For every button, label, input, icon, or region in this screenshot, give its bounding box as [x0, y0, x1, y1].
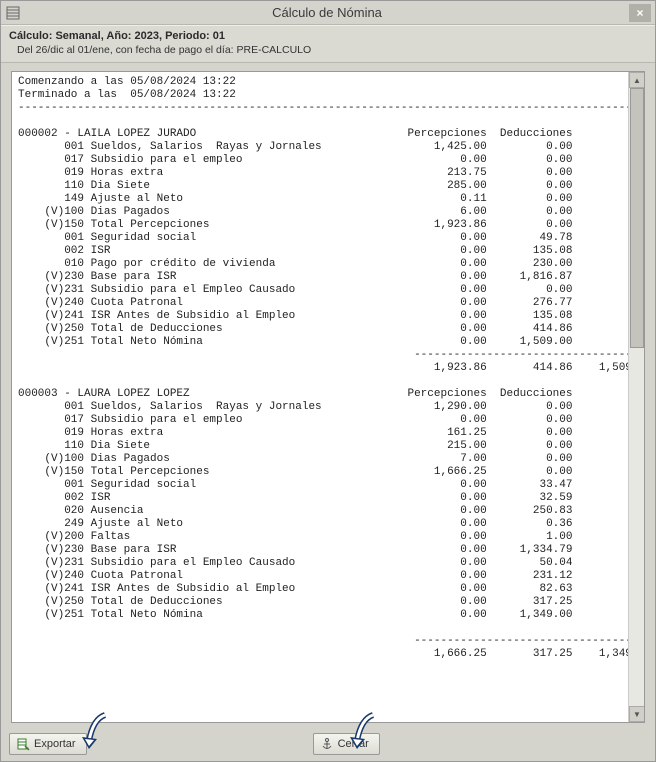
period-header: Cálculo: Semanal, Año: 2023, Periodo: 01…	[1, 25, 655, 63]
window-title: Cálculo de Nómina	[25, 5, 629, 20]
payroll-dialog: Cálculo de Nómina × Cálculo: Semanal, Añ…	[0, 0, 656, 762]
scroll-up-icon[interactable]: ▲	[629, 72, 645, 88]
app-icon	[5, 5, 21, 21]
scroll-thumb[interactable]	[630, 88, 644, 348]
calc-dates-label: Del 26/dic al 01/ene, con fecha de pago …	[9, 44, 647, 56]
content-area: Comenzando a las 05/08/2024 13:22 Termin…	[1, 63, 655, 729]
button-row: Exportar Cerrar	[1, 729, 655, 761]
titlebar: Cálculo de Nómina ×	[1, 1, 655, 25]
close-button[interactable]: Cerrar	[313, 733, 380, 755]
export-button[interactable]: Exportar	[9, 733, 87, 755]
calc-period-label: Cálculo: Semanal, Año: 2023, Periodo: 01	[9, 30, 647, 42]
report-panel: Comenzando a las 05/08/2024 13:22 Termin…	[11, 71, 645, 723]
close-icon[interactable]: ×	[629, 4, 651, 22]
export-label: Exportar	[34, 738, 76, 750]
vertical-scrollbar[interactable]: ▲ ▼	[628, 72, 644, 722]
report-text: Comenzando a las 05/08/2024 13:22 Termin…	[12, 72, 628, 722]
scroll-down-icon[interactable]: ▼	[629, 706, 645, 722]
export-icon	[16, 737, 30, 751]
close-label: Cerrar	[338, 738, 369, 750]
anchor-icon	[320, 737, 334, 751]
